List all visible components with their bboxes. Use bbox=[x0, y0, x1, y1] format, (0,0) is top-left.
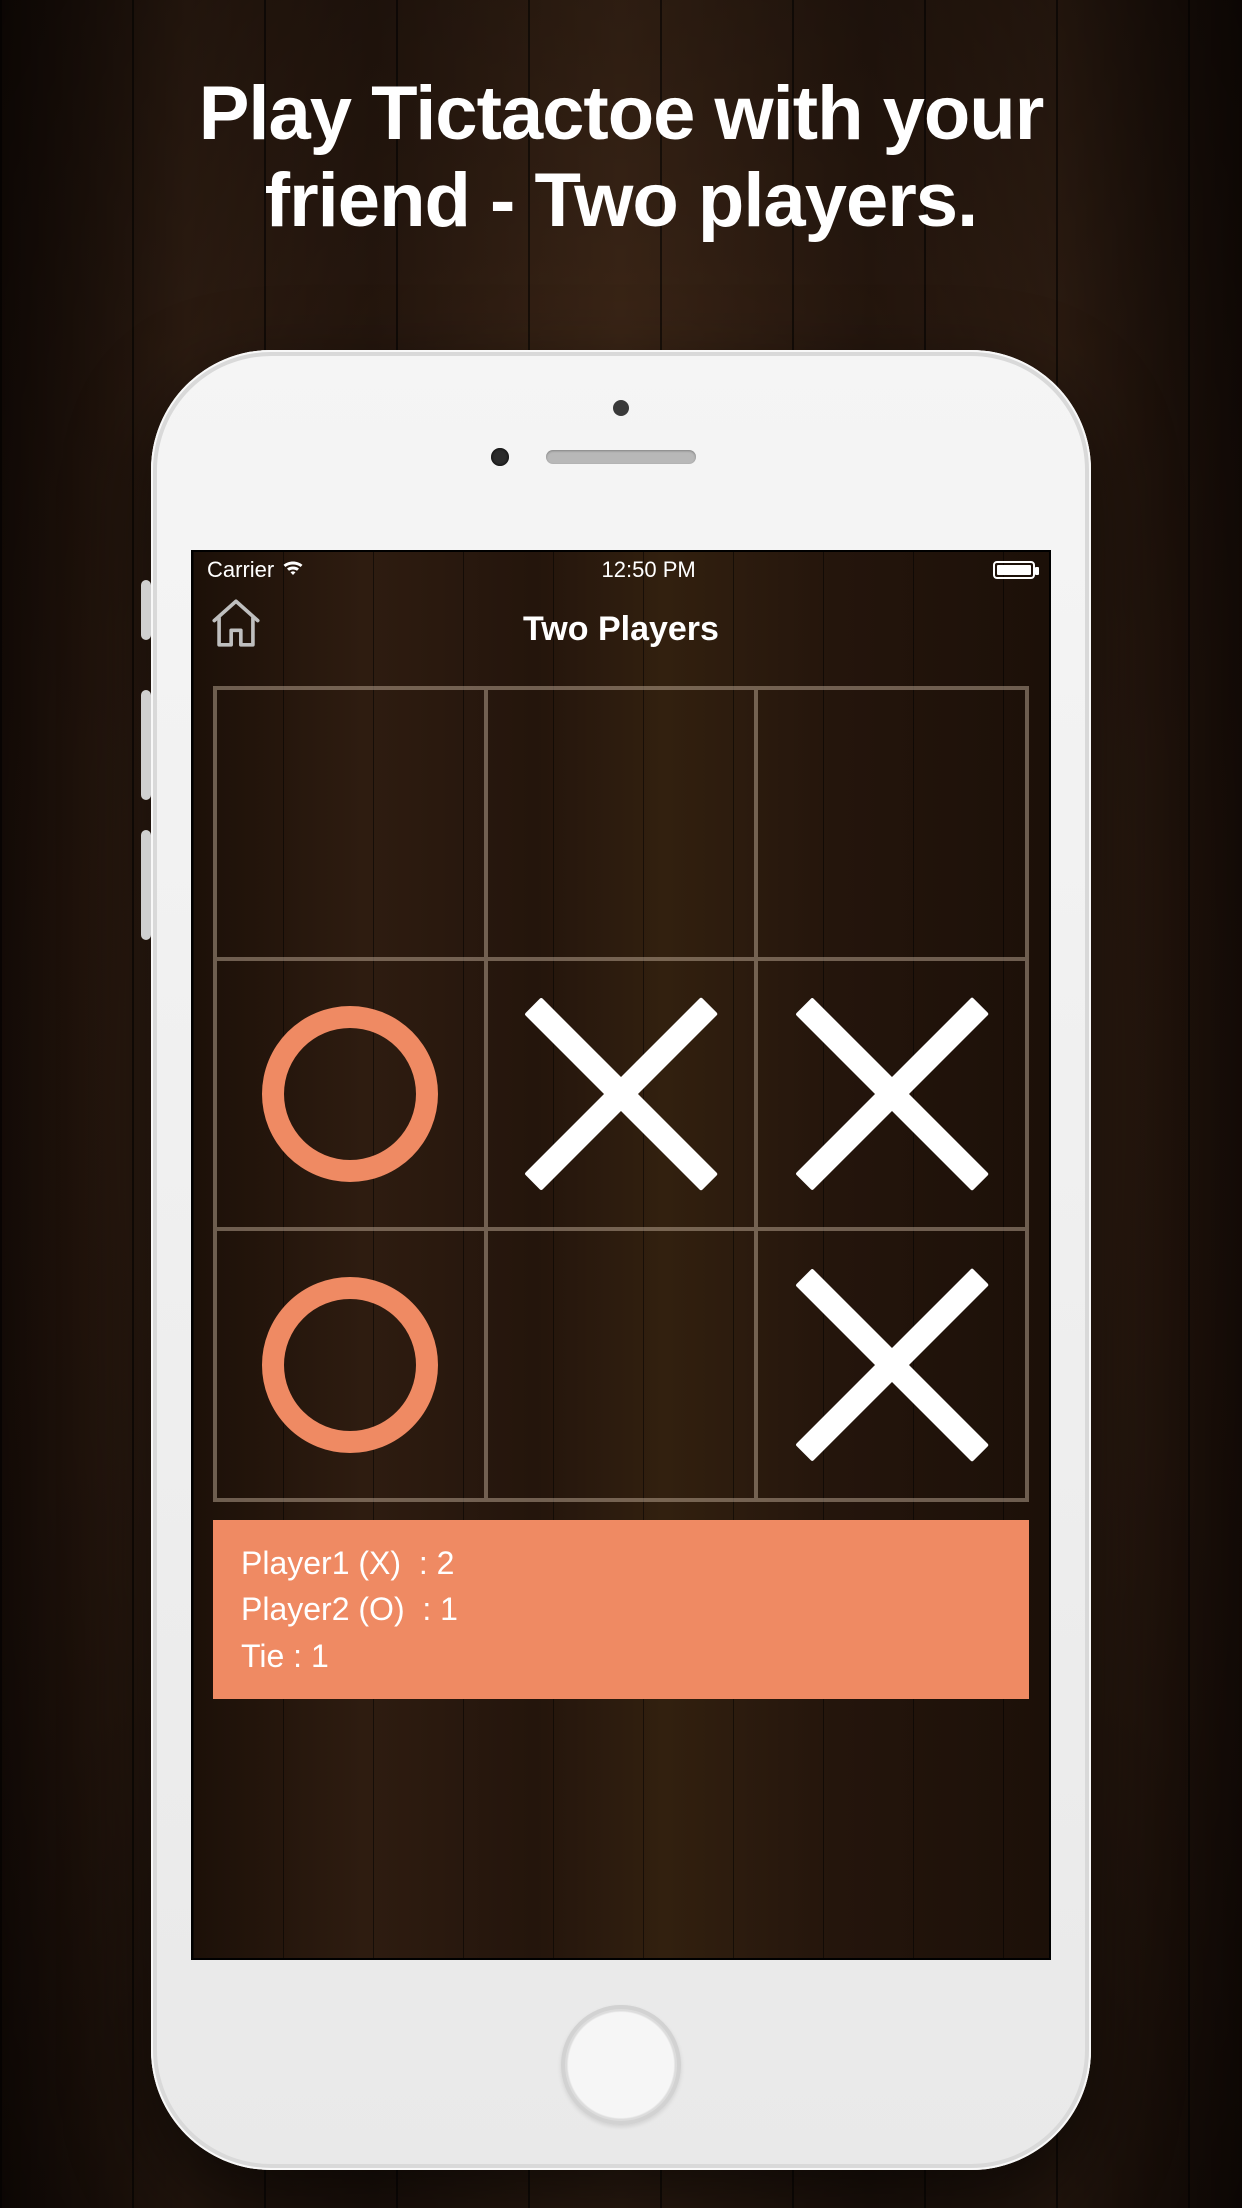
board-cell-1[interactable] bbox=[486, 688, 757, 959]
board-cell-3[interactable] bbox=[215, 959, 486, 1230]
promo-headline: Play Tictactoe with yourfriend - Two pla… bbox=[0, 70, 1242, 245]
device-home-button[interactable] bbox=[561, 2005, 681, 2125]
score-player2: Player2 (O) : 1 bbox=[241, 1586, 1001, 1632]
device-sensor bbox=[613, 400, 629, 416]
score-panel: Player1 (X) : 2 Player2 (O) : 1 Tie : 1 bbox=[213, 1520, 1029, 1699]
mark-o-icon bbox=[262, 1006, 438, 1182]
device-frame: Carrier 12:50 PM Two Players bbox=[151, 350, 1091, 2170]
board-cell-7[interactable] bbox=[486, 1229, 757, 1500]
score-player1: Player1 (X) : 2 bbox=[241, 1540, 1001, 1586]
board-cell-5[interactable] bbox=[756, 959, 1027, 1230]
clock-label: 12:50 PM bbox=[602, 557, 696, 583]
device-top bbox=[151, 350, 1091, 550]
score-tie: Tie : 1 bbox=[241, 1633, 1001, 1679]
game-board bbox=[213, 686, 1029, 1502]
board-cell-0[interactable] bbox=[215, 688, 486, 959]
device-camera bbox=[491, 448, 509, 466]
device-volume-up bbox=[141, 690, 151, 800]
screen: Carrier 12:50 PM Two Players bbox=[191, 550, 1051, 1960]
board-cell-2[interactable] bbox=[756, 688, 1027, 959]
mark-x-icon bbox=[796, 998, 988, 1190]
page-title: Two Players bbox=[523, 610, 719, 649]
device-speaker bbox=[546, 450, 696, 464]
carrier-label: Carrier bbox=[207, 557, 274, 583]
mark-o-icon bbox=[262, 1277, 438, 1453]
home-icon[interactable] bbox=[207, 594, 265, 652]
mark-x-icon bbox=[796, 1269, 988, 1461]
status-bar: Carrier 12:50 PM bbox=[193, 552, 1049, 588]
nav-bar: Two Players bbox=[193, 588, 1049, 670]
device-mute-switch bbox=[141, 580, 151, 640]
board-cell-4[interactable] bbox=[486, 959, 757, 1230]
board-cell-6[interactable] bbox=[215, 1229, 486, 1500]
battery-icon bbox=[993, 561, 1035, 579]
wifi-icon bbox=[282, 557, 304, 583]
mark-x-icon bbox=[525, 998, 717, 1190]
device-volume-down bbox=[141, 830, 151, 940]
board-cell-8[interactable] bbox=[756, 1229, 1027, 1500]
